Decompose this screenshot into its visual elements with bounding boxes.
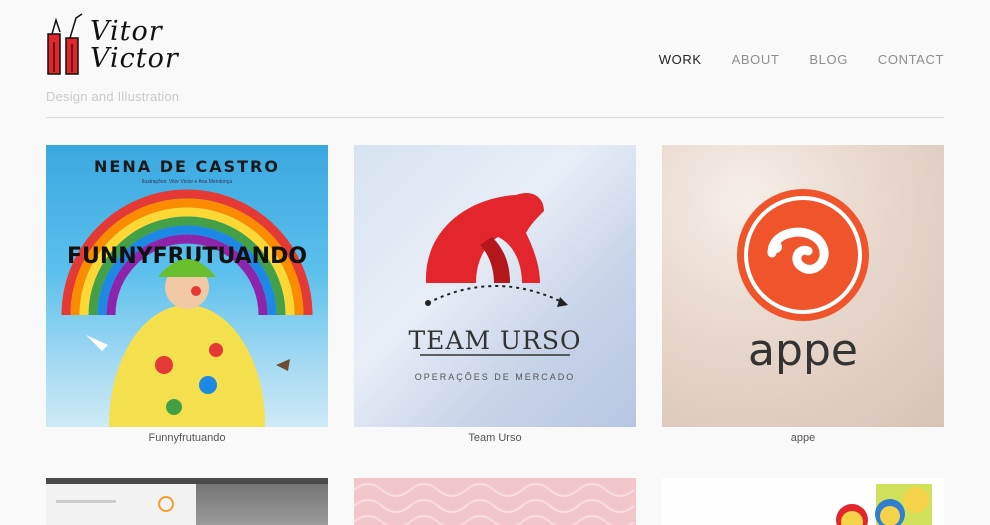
team-urso-wordmark: TEAM URSO [408,326,582,355]
logo-line-2: Victor [90,43,179,74]
site-logo[interactable]: Vitor Victor [46,12,186,92]
project-caption[interactable]: Team Urso [354,432,636,444]
project-tile-appe[interactable]: appe [662,145,944,427]
logo-mark-icon [47,13,83,75]
project-tile-smiley-faces[interactable] [662,478,944,525]
nav-contact[interactable]: CONTACT [878,52,944,67]
laptop-website-mockup-icon [46,478,328,525]
appe-wordmark: appe [748,325,858,376]
project-tile-wave-pattern[interactable] [354,478,636,525]
smiley-faces-illustration-icon [836,484,932,525]
project-caption[interactable]: appe [662,432,944,444]
nav-blog[interactable]: BLOG [809,52,848,67]
project-caption[interactable]: Funnyfrutuando [46,432,328,444]
project-tile-funnyfrutuando[interactable]: NENA DE CASTRO Ilustrações: Vitor Victor… [46,145,328,427]
logo-line-1: Vitor [90,16,163,47]
main-nav: WORK ABOUT BLOG CONTACT [659,52,944,67]
nav-work[interactable]: WORK [659,52,702,67]
site-tagline: Design and Illustration [46,89,180,104]
logo-wordmark: Vitor Victor [90,18,179,72]
header-divider [46,117,944,118]
team-urso-subtitle: OPERAÇÕES DE MERCADO [414,372,576,382]
nav-about[interactable]: ABOUT [732,52,780,67]
pink-wave-pattern-icon [354,483,635,525]
project-tile-laptop-mockup[interactable] [46,478,328,525]
rainbow-clown-illustration-icon: FUNNYFRUTUANDO [61,189,313,427]
project-tile-team-urso[interactable]: TEAM URSO OPERAÇÕES DE MERCADO [354,145,636,427]
orange-spiral-logo-icon [737,189,869,321]
red-bear-logo-icon [420,192,570,356]
